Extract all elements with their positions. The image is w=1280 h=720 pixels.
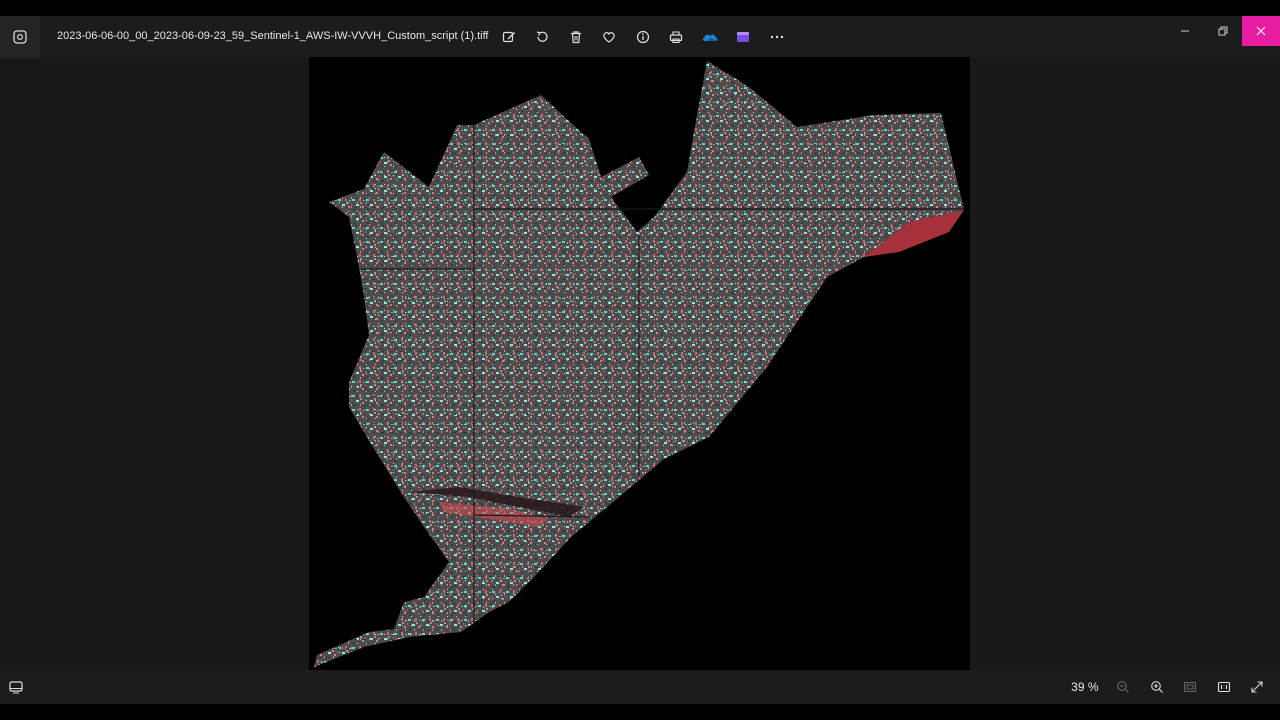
heart-icon [603,32,615,43]
delete-button[interactable] [559,24,593,50]
close-icon [1256,26,1266,36]
fit-to-window-button[interactable] [1174,674,1208,700]
photos-icon [13,30,27,44]
expand-icon [1251,681,1263,693]
restore-button[interactable] [1204,16,1242,46]
zoom-in-icon [1150,681,1163,693]
zoom-in-button[interactable] [1140,674,1174,700]
zoom-out-icon [1117,681,1130,693]
edit-icon [502,31,515,43]
cloud-icon [702,34,718,41]
rotate-icon [537,31,548,42]
image-viewer-canvas[interactable] [0,57,1280,670]
more-options-button[interactable] [760,24,794,50]
minimize-button[interactable] [1166,16,1204,46]
title-bar: 2023-06-06-00_00_2023-06-09-23_59_Sentin… [0,16,1280,58]
full-screen-button[interactable] [1241,674,1275,700]
fit-window-icon [1184,681,1197,693]
status-bar: 39 % [0,670,1280,704]
actual-size-icon [1217,681,1230,693]
clipchamp-icon [737,32,750,42]
image-toolbar [492,24,794,50]
edit-image-button[interactable] [492,24,526,50]
minimize-icon [1181,30,1189,32]
zoom-controls: 39 % [1071,674,1274,700]
city-region [314,61,964,667]
trash-icon [570,31,581,44]
window-controls [1166,16,1280,46]
filmstrip-toggle-button[interactable] [8,679,24,695]
print-button[interactable] [660,24,694,50]
clipchamp-button[interactable] [727,24,761,50]
onedrive-button[interactable] [693,24,727,50]
restore-icon [1218,26,1228,36]
zoom-out-button[interactable] [1107,674,1141,700]
file-info-button[interactable] [626,24,660,50]
sar-image-graphic [314,61,964,667]
filmstrip-icon [9,681,23,694]
rotate-button[interactable] [526,24,560,50]
ellipsis-icon [770,35,783,39]
photos-app-icon[interactable] [0,16,40,58]
sentinel-image[interactable] [309,57,970,670]
close-button[interactable] [1242,16,1280,46]
info-icon [636,30,649,44]
zoom-level[interactable]: 39 % [1071,680,1098,694]
favorite-button[interactable] [593,24,627,50]
photos-app-window: 2023-06-06-00_00_2023-06-09-23_59_Sentin… [0,16,1280,704]
print-icon [670,31,683,44]
actual-size-button[interactable] [1207,674,1241,700]
file-name-title: 2023-06-06-00_00_2023-06-09-23_59_Sentin… [57,30,489,42]
